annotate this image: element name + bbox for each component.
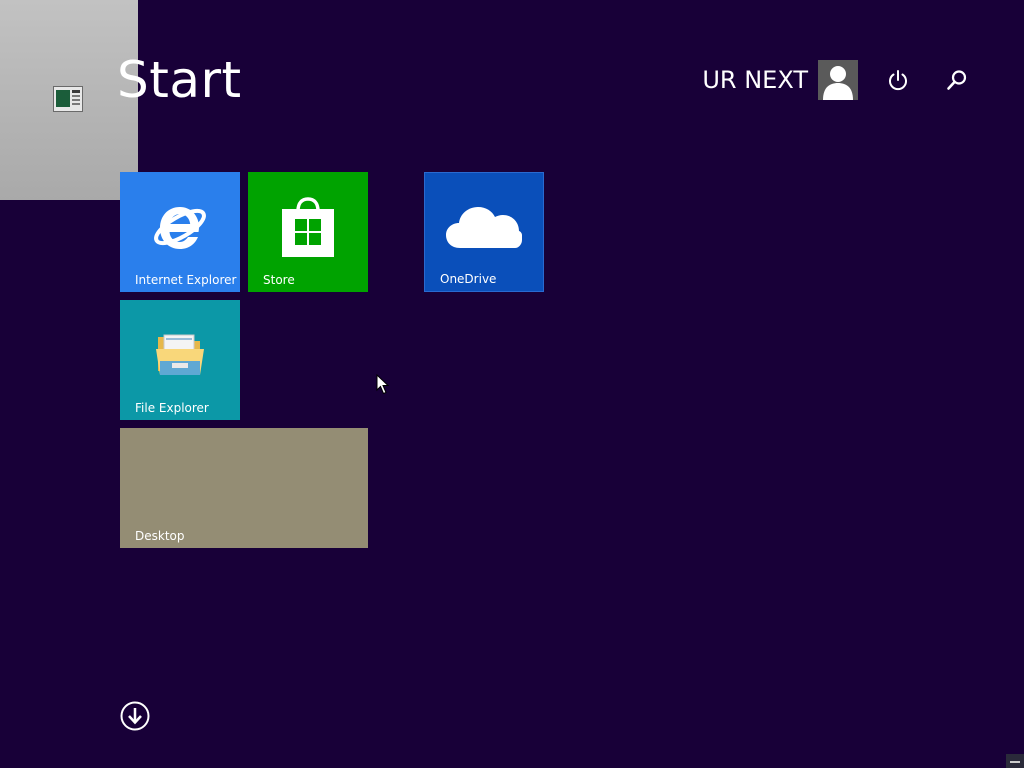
tile-label: Desktop	[135, 529, 185, 543]
desktop-thumbnail-icon	[53, 86, 83, 112]
internet-explorer-icon	[154, 207, 206, 250]
user-name: UR NEXT	[702, 66, 808, 94]
tile-label: OneDrive	[440, 272, 497, 286]
tile-label: File Explorer	[135, 401, 209, 415]
search-icon	[947, 70, 967, 90]
tile-label: Internet Explorer	[135, 273, 237, 287]
zoom-out-button[interactable]	[1006, 754, 1024, 768]
tile-internet-explorer[interactable]: Internet Explorer	[120, 172, 240, 292]
down-arrow-circle-icon	[120, 701, 150, 731]
cloud-icon	[446, 207, 522, 249]
user-account-button[interactable]: UR NEXT	[702, 60, 858, 100]
minus-icon	[1010, 761, 1020, 763]
tile-label: Store	[263, 273, 295, 287]
user-silhouette-icon	[818, 60, 858, 100]
tile-desktop[interactable]: Desktop	[120, 428, 368, 548]
power-icon	[889, 70, 907, 91]
power-button[interactable]	[880, 62, 916, 98]
all-apps-button[interactable]	[120, 701, 150, 731]
mouse-cursor-icon	[376, 374, 390, 395]
folder-icon	[156, 334, 204, 376]
search-button[interactable]	[939, 62, 975, 98]
tile-onedrive[interactable]: OneDrive	[424, 172, 544, 292]
avatar	[818, 60, 858, 100]
tile-store[interactable]: Store	[248, 172, 368, 292]
tile-file-explorer[interactable]: File Explorer	[120, 300, 240, 420]
page-title: Start	[117, 51, 242, 109]
store-bag-icon	[282, 197, 334, 258]
